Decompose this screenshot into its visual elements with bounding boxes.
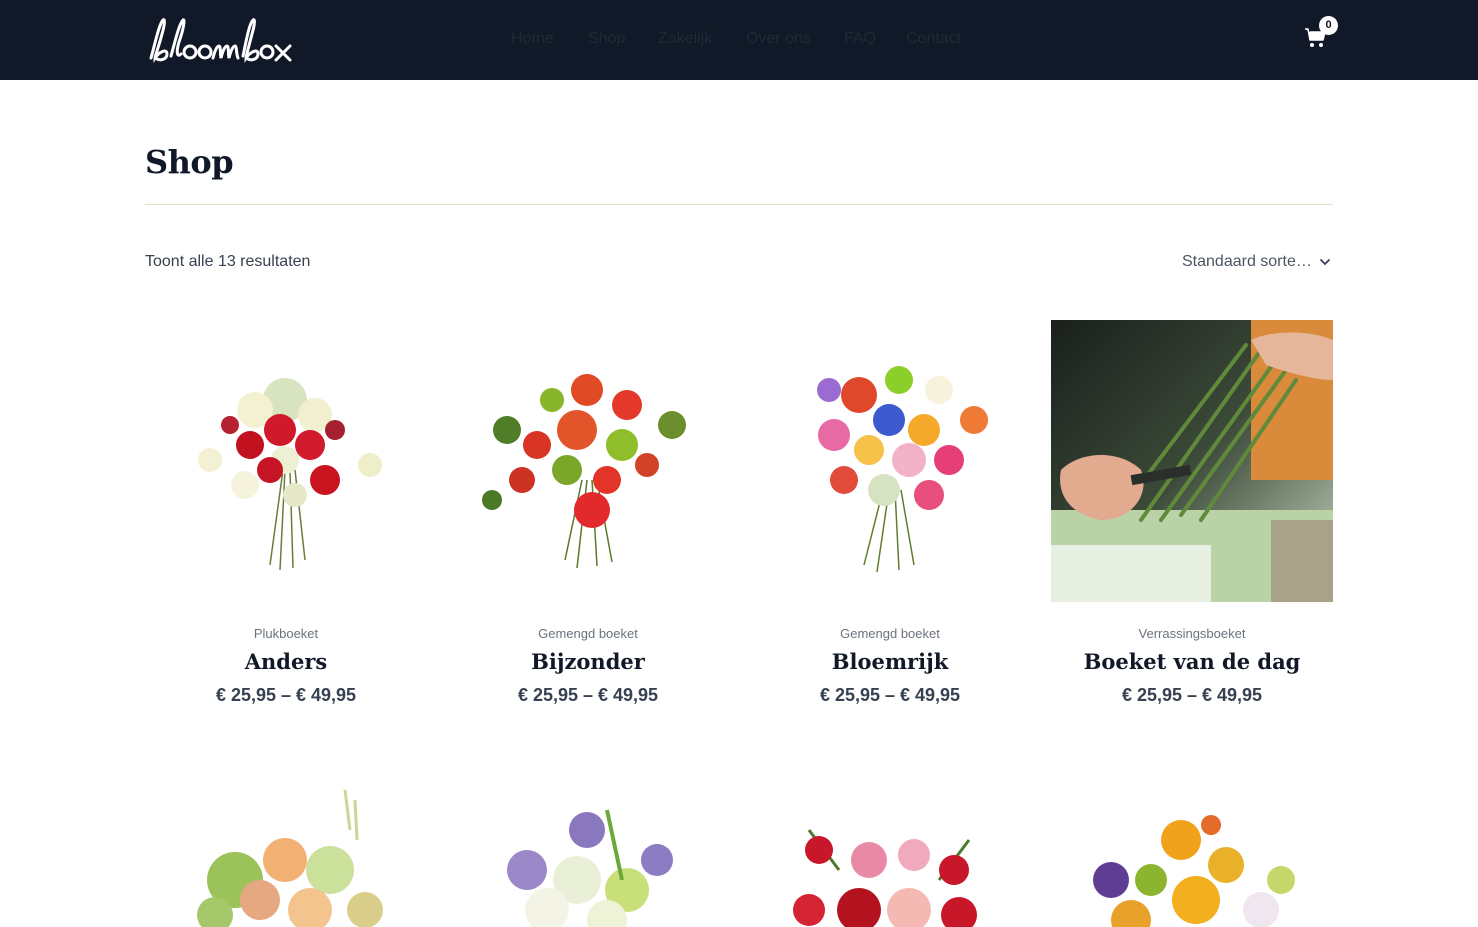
product-image[interactable] <box>145 320 427 602</box>
product-card[interactable] <box>749 770 1031 927</box>
page-title: Shop <box>145 143 234 181</box>
product-title[interactable]: Bloemrijk <box>749 649 1031 674</box>
product-image[interactable] <box>1051 770 1333 927</box>
product-price: € 25,95 – € 49,95 <box>215 685 357 705</box>
main-nav: Home Shop Zakelijk Over ons FAQ Contact <box>511 30 976 48</box>
title-divider <box>145 204 1333 205</box>
nav-faq[interactable]: FAQ <box>844 30 906 48</box>
product-title[interactable]: Boeket van de dag <box>1051 649 1333 674</box>
product-image[interactable] <box>447 770 729 927</box>
product-card[interactable] <box>447 770 729 927</box>
sort-select[interactable]: Standaard sortering <box>1182 253 1333 273</box>
product-price: € 25,95 – € 49,95 <box>1121 685 1263 705</box>
product-card[interactable] <box>1051 770 1333 927</box>
product-title[interactable]: Anders <box>145 649 427 674</box>
nav-shop[interactable]: Shop <box>588 30 658 48</box>
site-header: Home Shop Zakelijk Over ons FAQ Contact … <box>0 0 1478 80</box>
nav-home[interactable]: Home <box>511 30 588 48</box>
product-price: € 25,95 – € 49,95 <box>819 685 961 705</box>
chevron-down-icon <box>1320 259 1330 266</box>
nav-contact[interactable]: Contact <box>906 30 976 48</box>
product-image[interactable] <box>749 320 1031 602</box>
product-price: € 25,95 – € 49,95 <box>517 685 659 705</box>
product-category: Plukboeket <box>253 626 319 641</box>
nav-zakelijk[interactable]: Zakelijk <box>658 30 746 48</box>
cart-count-badge[interactable]: 0 <box>1319 16 1338 35</box>
bloombox-logo[interactable] <box>145 14 295 66</box>
product-image[interactable] <box>1051 320 1333 602</box>
result-count: Toont alle 13 resultaten <box>145 253 311 270</box>
product-image[interactable] <box>749 770 1031 927</box>
product-image[interactable] <box>145 770 427 927</box>
product-category: Verrassingsboeket <box>1138 626 1246 641</box>
product-title[interactable]: Bijzonder <box>447 649 729 674</box>
product-category: Gemengd boeket <box>840 626 940 641</box>
product-card[interactable] <box>145 770 427 927</box>
nav-over-ons[interactable]: Over ons <box>746 30 844 48</box>
sort-select-value: Standaard sortering <box>1182 253 1316 270</box>
product-category: Gemengd boeket <box>538 626 638 641</box>
product-image[interactable] <box>447 320 729 602</box>
